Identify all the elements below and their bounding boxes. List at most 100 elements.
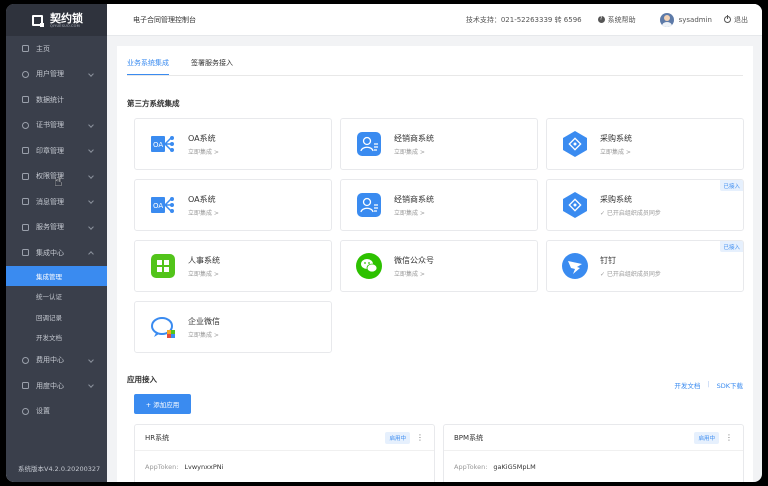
card-action[interactable]: 立即集成 > bbox=[394, 208, 425, 217]
dealer-icon bbox=[355, 191, 383, 219]
integration-card[interactable]: 经销商系统立即集成 > bbox=[340, 179, 538, 231]
sidebar-item-users[interactable]: 用户管理 bbox=[6, 62, 107, 88]
system-version: 系统版本V4.2.0.20200327 bbox=[18, 465, 101, 473]
third-party-section-title: 第三方系统集成 bbox=[127, 99, 180, 108]
seal-icon bbox=[22, 147, 29, 155]
status-badge: 启用中 bbox=[694, 431, 719, 444]
app-name: HR系统 bbox=[145, 433, 170, 442]
logo-icon bbox=[32, 14, 44, 27]
sidebar-item-label: 消息管理 bbox=[36, 197, 64, 206]
card-title: OA系统 bbox=[188, 134, 216, 143]
username[interactable]: sysadmin bbox=[679, 16, 712, 24]
link-separator: | bbox=[707, 380, 710, 388]
more-icon[interactable]: ⋮ bbox=[725, 433, 733, 442]
settings-icon bbox=[22, 407, 29, 415]
sidebar-subitem-unified-auth[interactable]: 统一认证 bbox=[6, 286, 107, 307]
sidebar-item-label: 费用中心 bbox=[36, 356, 64, 365]
hand-cursor-icon: ☝ bbox=[54, 174, 63, 190]
integration-card[interactable]: 企业微信立即集成 > bbox=[134, 301, 332, 353]
hr-icon bbox=[149, 252, 177, 280]
sidebar-subitem-callback-records[interactable]: 回调记录 bbox=[6, 307, 107, 328]
card-title: 采购系统 bbox=[600, 195, 632, 204]
sidebar-subitem-dev-docs[interactable]: 开发文档 bbox=[6, 327, 107, 348]
user-icon bbox=[22, 70, 29, 78]
dealer-icon bbox=[355, 130, 383, 158]
sidebar-item-settings[interactable]: 设置 bbox=[6, 399, 107, 425]
oa-icon: OA bbox=[149, 191, 177, 219]
integration-card[interactable]: OA OA系统 立即集成 > bbox=[134, 118, 332, 170]
support-phone: 技术支持：021-52263339 转 6596 bbox=[465, 15, 582, 24]
sidebar-item-statistics[interactable]: 数据统计 bbox=[6, 87, 107, 113]
token-label: AppToken: bbox=[145, 463, 179, 471]
sidebar-item-label: 数据统计 bbox=[36, 95, 64, 104]
dingtalk-icon bbox=[561, 252, 589, 280]
fee-icon bbox=[22, 356, 29, 364]
sidebar-item-label: 用户管理 bbox=[36, 70, 64, 79]
integration-card[interactable]: 采购系统 立即集成 > bbox=[546, 118, 744, 170]
more-icon[interactable]: ⋮ bbox=[416, 433, 424, 442]
power-icon bbox=[724, 15, 731, 23]
top-header: 电子合同管理控制台 技术支持：021-52263339 转 6596 ? 系统帮助… bbox=[107, 4, 762, 36]
tab-business-integration[interactable]: 业务系统集成 bbox=[127, 58, 169, 75]
sidebar-item-home[interactable]: 主页 bbox=[6, 36, 107, 62]
integration-card[interactable]: OA OA系统 立即集成 > bbox=[134, 179, 332, 231]
sdk-download-link[interactable]: SDK下载 bbox=[717, 380, 743, 390]
card-action[interactable]: 立即集成 > bbox=[188, 147, 219, 156]
logout-button[interactable]: 退出 bbox=[724, 15, 748, 25]
card-action[interactable]: ✓ 已开启组织成员同步 bbox=[600, 269, 661, 278]
app-card[interactable]: HR系统 启用中 ⋮ AppToken: LvwynxxPNi bbox=[134, 424, 435, 482]
avatar[interactable] bbox=[659, 12, 674, 27]
add-app-button[interactable]: + 添加应用 bbox=[134, 394, 191, 414]
main-panel: 业务系统集成 签署服务接入 第三方系统集成 OA OA系统 立即集成 > 经销商系统立… bbox=[117, 46, 753, 482]
card-action[interactable]: 立即集成 > bbox=[188, 330, 219, 339]
chevron-up-icon bbox=[88, 251, 94, 257]
tab-signing-service[interactable]: 签署服务接入 bbox=[191, 58, 233, 75]
card-action[interactable]: 立即集成 > bbox=[600, 147, 631, 156]
help-link[interactable]: ? 系统帮助 bbox=[597, 15, 636, 25]
app-name: BPM系统 bbox=[454, 433, 484, 442]
card-title: 人事系统 bbox=[188, 256, 220, 265]
sidebar-item-fees[interactable]: 费用中心 bbox=[6, 348, 107, 374]
integration-icon bbox=[22, 249, 29, 257]
sidebar-item-integration[interactable]: 集成中心 bbox=[6, 240, 107, 266]
sidebar-item-seals[interactable]: 印章管理 bbox=[6, 138, 107, 164]
integration-card[interactable]: 采购系统 ✓ 已开启组织成员同步 已接入 bbox=[546, 179, 744, 231]
sidebar-item-label: 设置 bbox=[36, 407, 50, 416]
certificate-icon bbox=[22, 121, 29, 129]
app-access-section-title: 应用接入 bbox=[127, 375, 157, 384]
svg-text:OA: OA bbox=[153, 202, 163, 210]
sidebar-item-label: 集成中心 bbox=[36, 248, 64, 257]
wecom-icon bbox=[149, 313, 177, 341]
logo[interactable]: 契约锁 QIYUESUO.COM bbox=[6, 4, 107, 36]
connected-badge: 已接入 bbox=[720, 241, 743, 252]
header-actions: 技术支持：021-52263339 转 6596 ? 系统帮助 sysadmin … bbox=[465, 12, 762, 27]
card-action[interactable]: 立即集成 > bbox=[394, 147, 425, 156]
logo-subtext: QIYUESUO.COM bbox=[50, 23, 80, 28]
app-window: 契约锁 QIYUESUO.COM 主页 用户管理 数据统计 证书管理 印章管理 … bbox=[6, 4, 762, 482]
sidebar-item-messages[interactable]: 消息管理 bbox=[6, 189, 107, 215]
app-card[interactable]: BPM系统 启用中 ⋮ AppToken: gaKiG5MpLM bbox=[443, 424, 744, 482]
dev-docs-link[interactable]: 开发文档 bbox=[674, 380, 700, 390]
token-value: LvwynxxPNi bbox=[184, 463, 224, 471]
integration-card[interactable]: 钉钉 ✓ 已开启组织成员同步 已接入 bbox=[546, 240, 744, 292]
card-action[interactable]: 立即集成 > bbox=[188, 269, 219, 278]
sidebar-item-label: 印章管理 bbox=[36, 146, 64, 155]
card-action[interactable]: 立即集成 > bbox=[188, 208, 219, 217]
integration-card[interactable]: 经销商系统 立即集成 > bbox=[340, 118, 538, 170]
card-action[interactable]: ✓ 已开启组织成员同步 bbox=[600, 208, 661, 217]
integration-card[interactable]: 微信公众号 立即集成 > bbox=[340, 240, 538, 292]
integration-card[interactable]: 人事系统立即集成 > bbox=[134, 240, 332, 292]
card-action[interactable]: 立即集成 > bbox=[394, 269, 425, 278]
token-value: gaKiG5MpLM bbox=[493, 463, 536, 471]
card-title: 企业微信 bbox=[188, 317, 220, 326]
sidebar-nav: 主页 用户管理 数据统计 证书管理 印章管理 权限管理 消息管理 服务管理 集成… bbox=[6, 36, 107, 424]
purchase-icon bbox=[561, 130, 589, 158]
page-title: 电子合同管理控制台 bbox=[133, 15, 196, 24]
chevron-down-icon bbox=[88, 70, 94, 77]
sidebar-item-certificates[interactable]: 证书管理 bbox=[6, 113, 107, 139]
sidebar-item-services[interactable]: 服务管理 bbox=[6, 215, 107, 241]
sidebar-item-usage[interactable]: 用度中心 bbox=[6, 373, 107, 399]
card-title: 经销商系统 bbox=[394, 195, 434, 204]
sidebar-subitem-integration-management[interactable]: 集成管理 bbox=[6, 265, 107, 286]
token-label: AppToken: bbox=[454, 463, 488, 471]
